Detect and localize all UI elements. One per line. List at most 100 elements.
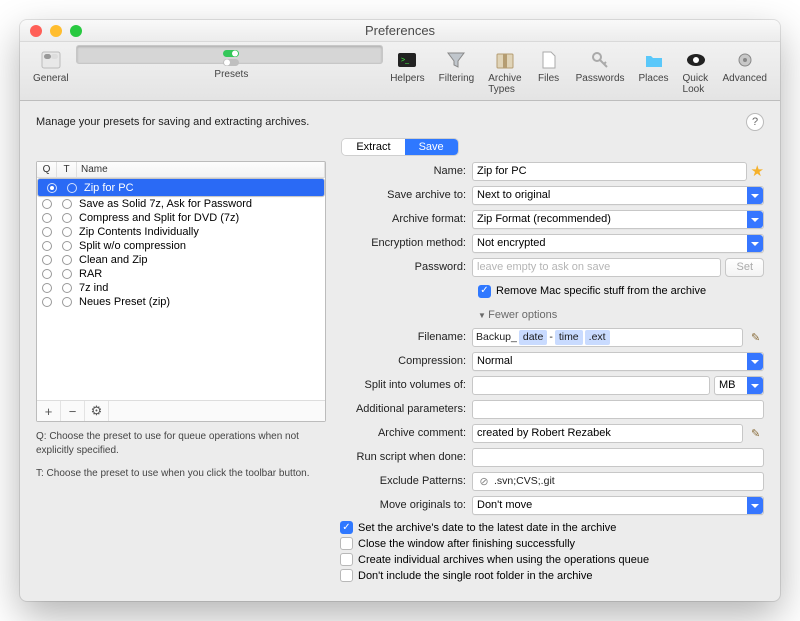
add-preset-button[interactable]: + xyxy=(37,401,61,421)
queue-radio[interactable] xyxy=(42,199,52,209)
toggles-icon xyxy=(220,46,242,68)
name-label: Name: xyxy=(340,165,472,177)
switches-icon xyxy=(40,49,62,71)
tab-extract[interactable]: Extract xyxy=(342,139,404,155)
queue-radio[interactable] xyxy=(42,227,52,237)
toolbar-quicklook[interactable]: Quick Look xyxy=(676,45,716,98)
comment-input[interactable] xyxy=(472,424,743,443)
toolbar-radio[interactable] xyxy=(62,213,72,223)
saveto-select[interactable]: Next to original xyxy=(472,186,764,205)
toolbar-radio[interactable] xyxy=(62,269,72,279)
toolbar-files[interactable]: Files xyxy=(529,45,569,98)
toolbar-radio[interactable] xyxy=(62,283,72,293)
toolbar-places[interactable]: Places xyxy=(632,45,676,98)
toolbar-advanced[interactable]: Advanced xyxy=(716,45,774,98)
queue-radio[interactable] xyxy=(42,241,52,251)
compression-label: Compression: xyxy=(340,355,472,367)
mode-segment: Extract Save xyxy=(36,139,764,155)
titlebar: Preferences xyxy=(20,20,780,42)
preset-row[interactable]: Save as Solid 7z, Ask for Password xyxy=(37,197,325,211)
queue-radio[interactable] xyxy=(42,255,52,265)
filename-edit-icon[interactable]: ✎ xyxy=(747,328,764,346)
filename-input[interactable]: Backup_ date - time .ext xyxy=(472,328,743,347)
preset-row[interactable]: 7z ind xyxy=(37,281,325,295)
additional-label: Additional parameters: xyxy=(340,403,472,415)
preset-name: RAR xyxy=(77,268,325,280)
fewer-options-toggle[interactable]: Fewer options xyxy=(340,305,764,327)
body: Manage your presets for saving and extra… xyxy=(20,101,780,601)
close-window-checkbox[interactable] xyxy=(340,537,353,550)
remove-preset-button[interactable]: − xyxy=(61,401,85,421)
preset-list-panel: Q T Name Zip for PCSave as Solid 7z, Ask… xyxy=(36,161,326,585)
preset-list-footer: + − ⚙ xyxy=(37,400,325,421)
eye-icon xyxy=(685,49,707,71)
key-icon xyxy=(589,49,611,71)
exclude-input[interactable]: ⊘ .svn;CVS;.git xyxy=(472,472,764,491)
folder-icon xyxy=(643,49,665,71)
preset-row[interactable]: Clean and Zip xyxy=(37,253,325,267)
toolbar-radio[interactable] xyxy=(62,241,72,251)
preset-row[interactable]: RAR xyxy=(37,267,325,281)
split-unit-select[interactable]: MB xyxy=(714,376,764,395)
encryption-select[interactable]: Not encrypted xyxy=(472,234,764,253)
tab-save[interactable]: Save xyxy=(405,139,458,155)
preset-list[interactable]: Zip for PCSave as Solid 7z, Ask for Pass… xyxy=(37,178,325,400)
toolbar-passwords[interactable]: Passwords xyxy=(569,45,632,98)
set-date-checkbox[interactable] xyxy=(340,521,353,534)
queue-radio[interactable] xyxy=(42,297,52,307)
comment-label: Archive comment: xyxy=(340,427,472,439)
format-label: Archive format: xyxy=(340,213,472,225)
queue-radio[interactable] xyxy=(42,213,52,223)
password-input[interactable] xyxy=(472,258,721,277)
remove-mac-label: Remove Mac specific stuff from the archi… xyxy=(496,285,706,297)
favorite-icon[interactable]: ★ xyxy=(751,162,764,180)
terminal-icon: >_ xyxy=(396,49,418,71)
toolbar-radio[interactable] xyxy=(62,199,72,209)
toolbar-general[interactable]: General xyxy=(26,45,76,98)
remove-mac-checkbox[interactable] xyxy=(478,285,491,298)
svg-text:>_: >_ xyxy=(401,57,409,64)
preset-name: Split w/o compression xyxy=(77,240,325,252)
preset-name: Compress and Split for DVD (7z) xyxy=(77,212,325,224)
queue-radio[interactable] xyxy=(42,283,52,293)
password-label: Password: xyxy=(340,261,472,273)
preset-list-header: Q T Name xyxy=(37,162,325,178)
preset-row[interactable]: Compress and Split for DVD (7z) xyxy=(37,211,325,225)
toolbar-archive-types[interactable]: Archive Types xyxy=(481,45,528,98)
preset-row[interactable]: Neues Preset (zip) xyxy=(37,295,325,309)
script-input[interactable] xyxy=(472,448,764,467)
hint-q: Q: Choose the preset to use for queue op… xyxy=(36,430,326,457)
single-root-checkbox[interactable] xyxy=(340,569,353,582)
individual-archives-checkbox[interactable] xyxy=(340,553,353,566)
preset-row[interactable]: Split w/o compression xyxy=(37,239,325,253)
preset-form: Name: ★ Save archive to: Next to origina… xyxy=(340,161,764,585)
preset-row[interactable]: Zip Contents Individually xyxy=(37,225,325,239)
hint-t: T: Choose the preset to use when you cli… xyxy=(36,467,326,481)
toolbar-helpers[interactable]: >_Helpers xyxy=(383,45,431,98)
section-description: Manage your presets for saving and extra… xyxy=(36,116,746,128)
compression-select[interactable]: Normal xyxy=(472,352,764,371)
preset-actions-button[interactable]: ⚙ xyxy=(85,401,109,421)
saveto-label: Save archive to: xyxy=(340,189,472,201)
toolbar-radio[interactable] xyxy=(62,297,72,307)
format-select[interactable]: Zip Format (recommended) xyxy=(472,210,764,229)
move-select[interactable]: Don't move xyxy=(472,496,764,515)
script-label: Run script when done: xyxy=(340,451,472,463)
gear-icon xyxy=(734,49,756,71)
toolbar-filtering[interactable]: Filtering xyxy=(432,45,482,98)
toolbar-radio[interactable] xyxy=(62,227,72,237)
name-input[interactable] xyxy=(472,162,747,181)
funnel-icon xyxy=(445,49,467,71)
preferences-window: Preferences General Presets >_Helpers Fi… xyxy=(20,20,780,601)
queue-radio[interactable] xyxy=(42,269,52,279)
comment-edit-icon[interactable]: ✎ xyxy=(747,424,764,442)
split-input[interactable] xyxy=(472,376,710,395)
toolbar-radio[interactable] xyxy=(67,183,77,193)
password-set-button[interactable]: Set xyxy=(725,258,764,277)
preset-row[interactable]: Zip for PC xyxy=(37,178,325,197)
additional-input[interactable] xyxy=(472,400,764,419)
queue-radio[interactable] xyxy=(47,183,57,193)
toolbar-presets[interactable]: Presets xyxy=(76,45,384,64)
help-button[interactable]: ? xyxy=(746,113,764,131)
toolbar-radio[interactable] xyxy=(62,255,72,265)
